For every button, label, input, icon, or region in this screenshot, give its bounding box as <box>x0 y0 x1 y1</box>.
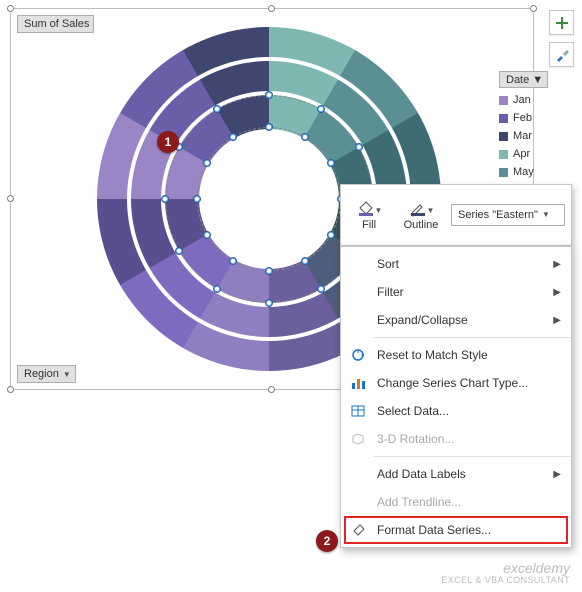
chart-elements-button[interactable] <box>549 10 574 35</box>
legend-label: May <box>513 166 534 178</box>
legend-label: Mar <box>513 130 532 142</box>
menu-filter[interactable]: Filter ▶ <box>341 278 571 306</box>
menu-select-data[interactable]: Select Data... <box>341 397 571 425</box>
brush-icon <box>555 48 569 62</box>
legend-item[interactable]: Apr <box>499 148 563 160</box>
chart-element-selector[interactable]: Series "Eastern" ▼ <box>451 204 565 226</box>
selection-dot <box>265 267 273 275</box>
fill-button[interactable]: ▼ Fill <box>347 199 391 231</box>
context-menu: Sort ▶ Filter ▶ Expand/Collapse ▶ Reset … <box>340 246 572 548</box>
chart-styles-button[interactable] <box>549 42 574 67</box>
selection-dot <box>317 105 325 113</box>
chevron-down-icon: ▼ <box>427 206 435 217</box>
resize-handle[interactable] <box>7 5 14 12</box>
format-icon <box>349 521 367 539</box>
selection-dot <box>229 133 237 141</box>
legend-swatch <box>499 168 508 177</box>
chevron-down-icon: ▼ <box>63 370 71 379</box>
chart-type-icon <box>349 374 367 392</box>
plus-icon <box>555 16 569 30</box>
selection-dot <box>265 91 273 99</box>
selection-dot <box>265 123 273 131</box>
legend-label: Jan <box>513 94 531 106</box>
menu-expand-collapse[interactable]: Expand/Collapse ▶ <box>341 306 571 334</box>
chevron-right-icon: ▶ <box>553 259 561 270</box>
resize-handle[interactable] <box>7 195 14 202</box>
outline-button[interactable]: ▼ Outline <box>399 199 443 231</box>
rows-field-button[interactable]: Region ▼ <box>17 365 76 383</box>
chevron-down-icon: ▼ <box>532 74 543 86</box>
legend-swatch <box>499 114 508 123</box>
chevron-right-icon: ▶ <box>553 469 561 480</box>
bucket-icon <box>356 199 374 217</box>
menu-format-data-series[interactable]: Format Data Series... <box>341 516 571 544</box>
annotation-callout-2: 2 <box>316 530 338 552</box>
selection-dot <box>317 285 325 293</box>
menu-sort[interactable]: Sort ▶ <box>341 250 571 278</box>
selection-dot <box>265 299 273 307</box>
selection-dot <box>213 285 221 293</box>
cube-icon <box>349 430 367 448</box>
menu-change-chart-type[interactable]: Change Series Chart Type... <box>341 369 571 397</box>
legend: Date ▼ JanFebMarAprMayJun <box>499 71 563 196</box>
legend-item[interactable]: Feb <box>499 112 563 124</box>
annotation-callout-1: 1 <box>157 131 179 153</box>
selector-value: Series "Eastern" <box>458 209 538 221</box>
resize-handle[interactable] <box>530 5 537 12</box>
legend-field-button[interactable]: Date ▼ <box>499 71 548 88</box>
menu-3d-rotation: 3-D Rotation... <box>341 425 571 453</box>
selection-dot <box>161 195 169 203</box>
legend-item[interactable]: Jan <box>499 94 563 106</box>
menu-add-data-labels[interactable]: Add Data Labels ▶ <box>341 460 571 488</box>
legend-item[interactable]: May <box>499 166 563 178</box>
fill-label: Fill <box>362 219 376 231</box>
watermark: exceldemy EXCEL & VBA CONSULTANT <box>441 561 570 586</box>
legend-field-label: Date <box>506 74 529 86</box>
legend-swatch <box>499 132 508 141</box>
watermark-tag: EXCEL & VBA CONSULTANT <box>441 576 570 586</box>
rows-field-label: Region <box>24 368 59 380</box>
selection-dot <box>203 159 211 167</box>
pen-icon <box>408 199 426 217</box>
resize-handle[interactable] <box>7 386 14 393</box>
legend-label: Apr <box>513 148 530 160</box>
values-field-button[interactable]: Sum of Sales <box>17 15 94 33</box>
legend-item[interactable]: Mar <box>499 130 563 142</box>
legend-swatch <box>499 96 508 105</box>
selection-dot <box>203 231 211 239</box>
selection-dot <box>301 133 309 141</box>
watermark-brand: exceldemy <box>441 561 570 576</box>
reset-icon <box>349 346 367 364</box>
chevron-down-icon: ▼ <box>375 206 383 217</box>
mini-toolbar: ▼ Fill ▼ Outline Series "Eastern" ▼ <box>340 184 572 246</box>
chevron-right-icon: ▶ <box>553 287 561 298</box>
legend-swatch <box>499 150 508 159</box>
menu-reset-style[interactable]: Reset to Match Style <box>341 341 571 369</box>
selection-dot <box>175 247 183 255</box>
legend-label: Feb <box>513 112 532 124</box>
table-icon <box>349 402 367 420</box>
selection-outline <box>197 127 341 271</box>
selection-dot <box>213 105 221 113</box>
selection-dot <box>355 143 363 151</box>
outline-label: Outline <box>404 219 439 231</box>
resize-handle[interactable] <box>268 386 275 393</box>
selection-dot <box>193 195 201 203</box>
chevron-right-icon: ▶ <box>553 315 561 326</box>
menu-add-trendline: Add Trendline... <box>341 488 571 516</box>
chevron-down-icon: ▼ <box>542 210 550 221</box>
resize-handle[interactable] <box>268 5 275 12</box>
values-field-label: Sum of Sales <box>24 18 89 30</box>
